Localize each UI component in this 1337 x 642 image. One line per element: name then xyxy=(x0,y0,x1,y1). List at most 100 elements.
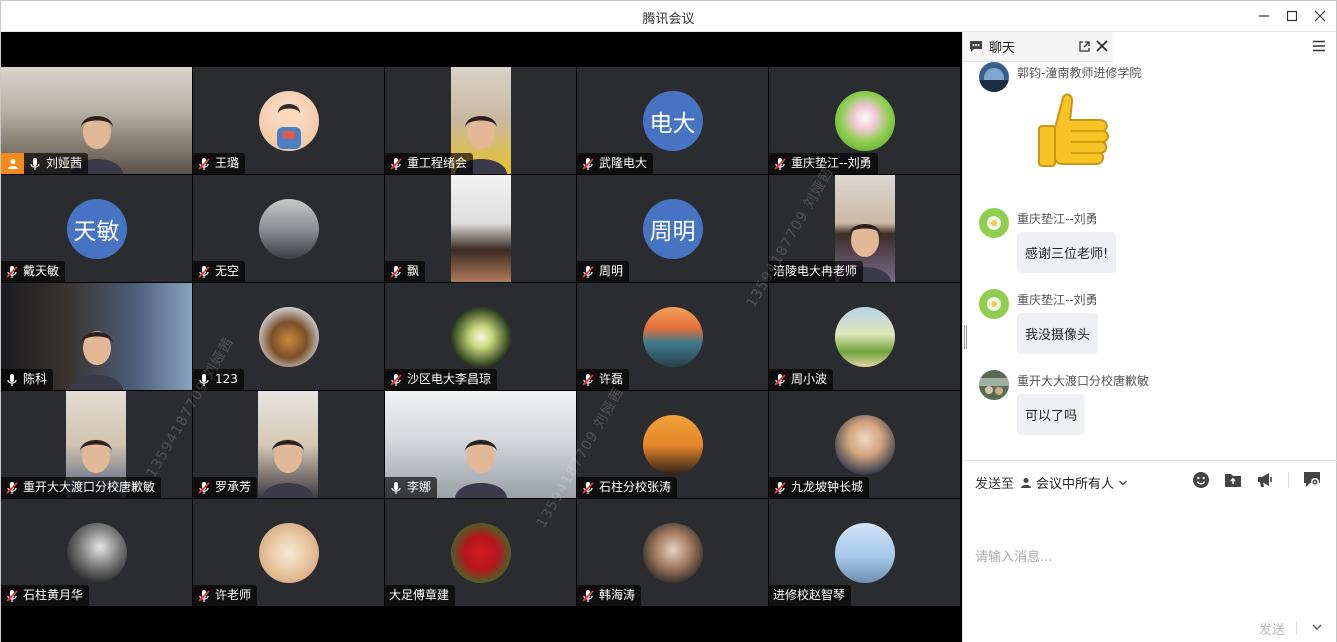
participant-name: 李娜 xyxy=(407,480,432,494)
send-to-target-label: 会议中所有人 xyxy=(1036,477,1115,492)
participant-tile[interactable]: 天敏 戴天敏 xyxy=(1,175,192,282)
send-to-target[interactable]: 会议中所有人 xyxy=(1020,473,1128,492)
mic-muted-icon xyxy=(198,265,210,278)
send-options-chevron-icon[interactable] xyxy=(1311,621,1323,633)
participant-tile[interactable]: 石柱黄月华 xyxy=(1,499,192,606)
host-person-icon xyxy=(7,158,18,169)
message-sender: 重庆垫江--刘勇 xyxy=(1017,212,1098,226)
participant-tile[interactable]: 陈科 xyxy=(1,283,192,390)
chat-tab-label: 聊天 xyxy=(989,41,1016,56)
mic-muted-icon xyxy=(774,481,786,494)
video-area: 刘娅茜 王璐 重工程绪会 电大 武隆电大 重庆垫江--刘勇 天敏 戴天敏 无空飘周明 周明 涪陵电大… xyxy=(1,32,962,642)
menu-icon[interactable] xyxy=(1312,40,1326,52)
participant-tile[interactable]: 涪陵电大冉老师 xyxy=(769,175,960,282)
chat-sidebar: 聊天 郭钧-潼南教师进修学院 重庆垫江--刘勇 感谢三位老师! 重庆垫江--刘勇… xyxy=(962,32,1337,642)
chevron-down-icon xyxy=(1119,480,1128,485)
meeting-window: 腾讯会议 刘娅茜 王璐 重工程绪会 电大 武隆电大 重庆垫江--刘勇 天敏 戴天敏 无空飘周明周… xyxy=(0,0,1337,642)
message-sender: 郭钧-潼南教师进修学院 xyxy=(1017,66,1142,80)
announcement-icon[interactable] xyxy=(1256,472,1274,488)
participant-video xyxy=(451,175,511,282)
send-to-label: 发送至 xyxy=(975,477,1015,492)
participant-name: 重工程绪会 xyxy=(407,156,468,170)
participant-name-label: 韩海涛 xyxy=(577,585,642,606)
participant-name-label: 王璐 xyxy=(193,153,246,174)
participant-tile[interactable]: 周小波 xyxy=(769,283,960,390)
participant-tile[interactable]: 电大 武隆电大 xyxy=(577,67,768,174)
participant-tile[interactable]: 石柱分校张涛 xyxy=(577,391,768,498)
participant-tile[interactable]: 刘娅茜 xyxy=(1,67,192,174)
participant-avatar-text: 电大 xyxy=(642,90,703,151)
send-button[interactable]: 发送 xyxy=(1259,619,1285,638)
participant-tile[interactable]: 重开大大渡口分校唐歉敏 xyxy=(1,391,192,498)
file-folder-icon[interactable] xyxy=(1224,472,1242,488)
participant-name-label: 戴天敏 xyxy=(1,261,66,282)
sender-avatar xyxy=(979,289,1009,319)
participant-tile[interactable]: 李娜 xyxy=(385,391,576,498)
participant-tile[interactable]: 无空 xyxy=(193,175,384,282)
participant-avatar xyxy=(450,522,511,583)
participant-name: 进修校赵智琴 xyxy=(773,588,846,602)
participant-tile[interactable]: 沙区电大李昌琼 xyxy=(385,283,576,390)
participant-avatar xyxy=(834,522,895,583)
participant-tile[interactable]: 周明 周明 xyxy=(577,175,768,282)
compose-toolbar xyxy=(1192,471,1321,489)
participant-tile[interactable]: 飘 xyxy=(385,175,576,282)
mic-on-icon xyxy=(199,373,209,386)
chat-settings-icon[interactable] xyxy=(1303,471,1321,489)
send-to-selector[interactable]: 发送至 会议中所有人 xyxy=(975,473,1128,492)
emoji-icon[interactable] xyxy=(1192,471,1210,489)
participant-name-label: 重庆垫江--刘勇 xyxy=(769,153,878,174)
mic-muted-icon xyxy=(582,157,594,170)
title-bar[interactable]: 腾讯会议 xyxy=(1,1,1336,32)
participant-tile[interactable]: 重庆垫江--刘勇 xyxy=(769,67,960,174)
participant-name: 戴天敏 xyxy=(23,264,60,278)
mic-muted-icon xyxy=(774,373,786,386)
participant-tile[interactable]: 许老师 xyxy=(193,499,384,606)
message-bubble: 我没摄像头 xyxy=(1017,313,1099,354)
mic-muted-icon xyxy=(774,157,786,170)
panel-resize-handle[interactable] xyxy=(964,325,967,349)
participant-name-label: 周小波 xyxy=(769,369,834,390)
participant-name: 涪陵电大冉老师 xyxy=(773,264,858,278)
participant-avatar xyxy=(642,522,703,583)
minimize-icon xyxy=(1259,15,1269,17)
mic-muted-icon xyxy=(198,481,210,494)
close-button[interactable] xyxy=(1307,5,1333,27)
participant-name: 飘 xyxy=(407,264,420,278)
message-sender: 重开大大渡口分校唐歉敏 xyxy=(1017,374,1150,388)
mic-muted-icon xyxy=(390,157,402,170)
mic-muted-icon xyxy=(390,265,402,278)
participant-tile[interactable]: 九龙坡钟长城 xyxy=(769,391,960,498)
participant-tile[interactable]: 许磊 xyxy=(577,283,768,390)
maximize-button[interactable] xyxy=(1279,5,1305,27)
close-chat-icon[interactable] xyxy=(1096,40,1108,52)
participant-tile[interactable]: 罗承芳 xyxy=(193,391,384,498)
participant-tile[interactable]: 韩海涛 xyxy=(577,499,768,606)
participant-avatar xyxy=(834,414,895,475)
mic-muted-icon xyxy=(390,373,402,386)
message-input[interactable] xyxy=(975,507,1325,607)
participant-avatar xyxy=(258,522,319,583)
tab-chat[interactable]: 聊天 xyxy=(963,32,1113,62)
participant-grid: 刘娅茜 王璐 重工程绪会 电大 武隆电大 重庆垫江--刘勇 天敏 戴天敏 无空飘周明 周明 涪陵电大… xyxy=(1,67,962,607)
participant-name-label: 许磊 xyxy=(577,369,630,390)
toolbar-separator xyxy=(1288,472,1289,488)
mic-on-icon xyxy=(391,481,401,494)
mic-muted-icon xyxy=(582,481,594,494)
minimize-button[interactable] xyxy=(1251,5,1277,27)
participant-name-label: 无空 xyxy=(193,261,246,282)
participant-name-label: 武隆电大 xyxy=(577,153,654,174)
participant-tile[interactable]: 123 xyxy=(193,283,384,390)
participant-avatar xyxy=(66,522,127,583)
participant-tile[interactable]: 大足傅章建 xyxy=(385,499,576,606)
participant-name: 九龙坡钟长城 xyxy=(791,480,864,494)
participant-name-label: 重工程绪会 xyxy=(385,153,474,174)
mic-muted-icon xyxy=(582,373,594,386)
window-title: 腾讯会议 xyxy=(642,12,695,27)
message-list[interactable]: 郭钧-潼南教师进修学院 重庆垫江--刘勇 感谢三位老师! 重庆垫江--刘勇 我没… xyxy=(963,62,1337,460)
popout-icon[interactable] xyxy=(1078,40,1091,53)
participant-name: 韩海涛 xyxy=(599,588,636,602)
participant-tile[interactable]: 王璐 xyxy=(193,67,384,174)
participant-tile[interactable]: 重工程绪会 xyxy=(385,67,576,174)
participant-tile[interactable]: 进修校赵智琴 xyxy=(769,499,960,606)
